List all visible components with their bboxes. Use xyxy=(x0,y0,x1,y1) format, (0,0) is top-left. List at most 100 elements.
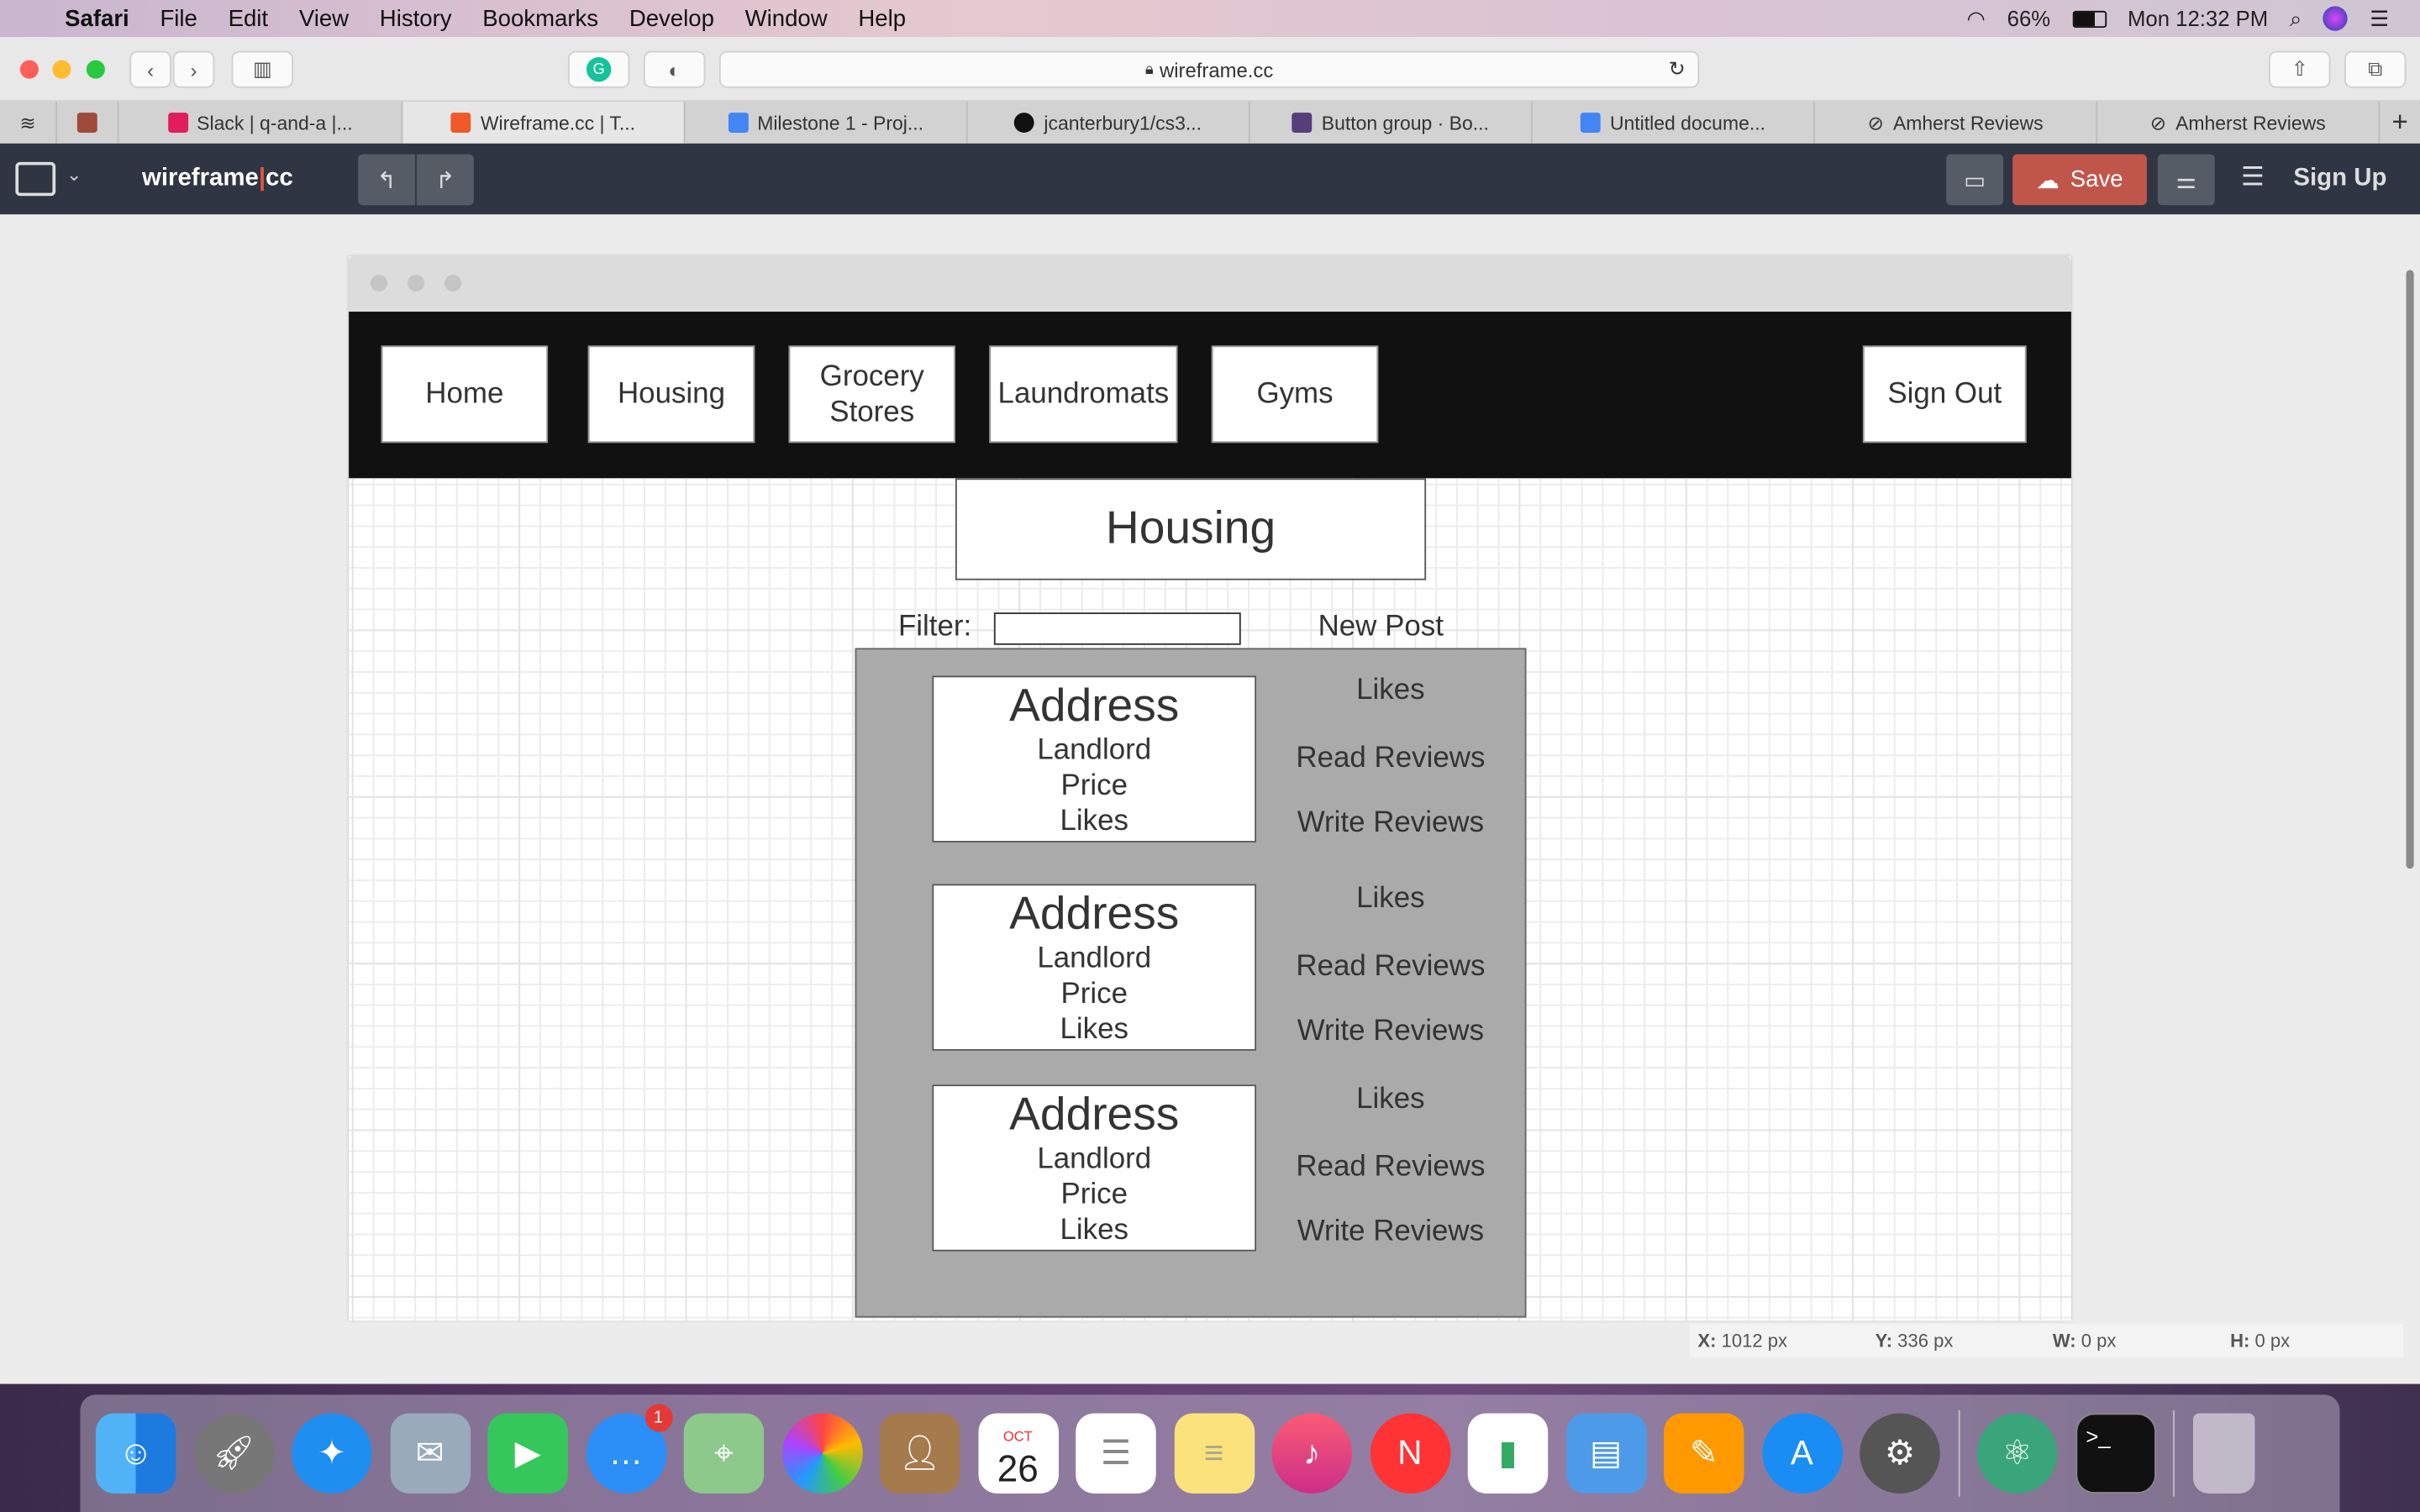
tab-amherst-reviews[interactable]: ⊘ Amherst Reviews xyxy=(1815,102,2098,144)
read-reviews-link[interactable]: Read Reviews xyxy=(1273,1151,1507,1184)
save-button[interactable]: ☁ Save xyxy=(2012,154,2147,206)
siri-icon[interactable] xyxy=(2323,6,2349,31)
comment-button[interactable]: ▭ xyxy=(1946,154,2004,206)
notes-icon[interactable]: ≡ xyxy=(1173,1413,1255,1494)
menu-develop[interactable]: Develop xyxy=(629,5,714,31)
nav-housing[interactable]: Housing xyxy=(587,345,755,444)
control-center-icon[interactable]: ☰ xyxy=(2370,5,2389,31)
menu-view[interactable]: View xyxy=(299,5,349,31)
back-button[interactable]: ‹ xyxy=(129,50,171,88)
tab-bar: ≋ Slack | q-and-a |... Wireframe.cc | T.… xyxy=(0,102,2420,144)
x-readout: X: 1012 px xyxy=(1697,1330,1788,1352)
contacts-icon[interactable]: 👤︎ xyxy=(879,1413,960,1494)
sign-out-button[interactable]: Sign Out xyxy=(1862,345,2027,444)
compass-icon: ⊘ xyxy=(1867,113,1884,134)
launchpad-icon[interactable]: 🚀︎ xyxy=(193,1413,275,1494)
spotlight-icon[interactable]: ⌕ xyxy=(2290,5,2302,31)
sidebar-layers-icon[interactable]: ≋ xyxy=(0,102,57,144)
undo-button[interactable]: ↰ xyxy=(358,154,416,206)
docs-icon xyxy=(1581,113,1601,133)
filter-input[interactable] xyxy=(993,612,1241,645)
new-tab-button[interactable]: + xyxy=(2380,102,2420,144)
address-bar[interactable]: 🔒︎ wireframe.cc ↻ xyxy=(718,50,1700,88)
reminders-icon[interactable]: ☰ xyxy=(1076,1413,1156,1494)
tabs-overview-icon[interactable]: ⧉ xyxy=(2344,50,2407,88)
share-icon[interactable]: ⇧ xyxy=(2269,50,2331,88)
write-reviews-link[interactable]: Write Reviews xyxy=(1273,807,1507,841)
facetime-icon[interactable]: ▶ xyxy=(487,1413,568,1494)
app-store-icon[interactable]: A xyxy=(1761,1413,1843,1494)
write-reviews-link[interactable]: Write Reviews xyxy=(1273,1215,1507,1249)
safari-icon[interactable]: ✦ xyxy=(292,1413,372,1494)
battery-percent: 66% xyxy=(2007,6,2051,31)
privacy-shield-icon[interactable]: ◐ xyxy=(643,50,706,88)
menu-help[interactable]: Help xyxy=(858,5,906,31)
keynote-icon[interactable]: ▤ xyxy=(1565,1413,1646,1494)
minimize-window-button[interactable] xyxy=(52,60,71,79)
messages-icon[interactable]: … 1 xyxy=(586,1404,672,1494)
tab-milestone[interactable]: Milestone 1 - Proj... xyxy=(686,102,968,144)
calendar-icon[interactable]: OCT 26 xyxy=(977,1413,1059,1494)
menu-bookmarks[interactable]: Bookmarks xyxy=(482,5,598,31)
news-icon[interactable]: N xyxy=(1370,1413,1450,1494)
likes-button[interactable]: Likes xyxy=(1273,883,1507,916)
scrollbar[interactable] xyxy=(2406,270,2414,869)
chevron-down-icon[interactable]: ⌄ xyxy=(66,164,82,186)
nav-laundromats[interactable]: Laundromats xyxy=(989,345,1178,444)
settings-sliders-button[interactable]: ⚌ xyxy=(2157,154,2215,206)
likes-button[interactable]: Likes xyxy=(1273,675,1507,708)
grammarly-icon[interactable]: G xyxy=(567,50,630,88)
sign-up-link[interactable]: Sign Up xyxy=(2293,165,2386,193)
mail-stamp-icon[interactable]: ✉ xyxy=(389,1413,471,1494)
y-readout: Y: 336 px xyxy=(1875,1330,1954,1352)
finder-icon[interactable]: ☺ xyxy=(95,1413,176,1494)
write-reviews-link[interactable]: Write Reviews xyxy=(1273,1016,1507,1049)
forward-button[interactable]: › xyxy=(172,50,215,88)
clock[interactable]: Mon 12:32 PM xyxy=(2128,6,2268,30)
numbers-icon[interactable]: ▮ xyxy=(1467,1413,1549,1494)
tab-wireframe[interactable]: Wireframe.cc | T... xyxy=(402,102,686,144)
logo[interactable]: wireframe|cc xyxy=(142,165,293,193)
nav-gyms[interactable]: Gyms xyxy=(1211,345,1379,444)
maps-icon[interactable]: ⌖ xyxy=(683,1413,765,1494)
tab-amherst-reviews-2[interactable]: ⊘ Amherst Reviews xyxy=(2097,102,2381,144)
pages-icon[interactable]: ✎ xyxy=(1664,1413,1744,1494)
nav-home[interactable]: Home xyxy=(381,345,549,444)
redo-button[interactable]: ↱ xyxy=(416,154,474,206)
system-preferences-icon[interactable]: ⚙ xyxy=(1860,1413,1940,1494)
wifi-icon[interactable]: ◠ xyxy=(1967,5,1986,31)
card-price: Price xyxy=(1060,769,1128,803)
nav-grocery-stores[interactable]: Grocery Stores xyxy=(788,345,955,444)
close-window-button[interactable] xyxy=(19,60,39,79)
reload-icon[interactable]: ↻ xyxy=(1669,57,1686,81)
photos-icon[interactable] xyxy=(781,1413,862,1494)
tab-github[interactable]: jcanterbury1/cs3... xyxy=(968,102,1250,144)
terminal-icon[interactable]: >_ xyxy=(2075,1413,2156,1494)
card-likes: Likes xyxy=(1060,805,1128,838)
trash-icon[interactable] xyxy=(2192,1413,2254,1494)
pinned-tab[interactable] xyxy=(57,102,119,144)
menu-window[interactable]: Window xyxy=(745,5,828,31)
slack-icon xyxy=(167,113,188,133)
read-reviews-link[interactable]: Read Reviews xyxy=(1273,950,1507,984)
likes-button[interactable]: Likes xyxy=(1273,1083,1507,1116)
new-post-link[interactable]: New Post xyxy=(1318,611,1444,644)
tab-bootstrap[interactable]: Button group · Bo... xyxy=(1250,102,1533,144)
sidebar-icon[interactable]: ▥ xyxy=(231,50,293,88)
listing-card[interactable]: Address Landlord Price Likes xyxy=(932,884,1257,1051)
battery-icon[interactable] xyxy=(2071,9,2107,28)
menu-app[interactable]: Safari xyxy=(65,5,129,31)
tab-slack[interactable]: Slack | q-and-a |... xyxy=(118,102,403,144)
menu-file[interactable]: File xyxy=(160,5,197,31)
listing-card[interactable]: Address Landlord Price Likes xyxy=(932,1084,1257,1252)
read-reviews-link[interactable]: Read Reviews xyxy=(1273,742,1507,775)
listing-card[interactable]: Address Landlord Price Likes xyxy=(932,675,1257,843)
tab-untitled-doc[interactable]: Untitled docume... xyxy=(1533,102,1816,144)
hamburger-menu-icon[interactable]: ☰ xyxy=(2241,162,2265,193)
music-icon[interactable]: ♪ xyxy=(1271,1413,1352,1494)
menu-history[interactable]: History xyxy=(380,5,452,31)
menu-edit[interactable]: Edit xyxy=(229,5,268,31)
zoom-window-button[interactable] xyxy=(86,60,105,79)
page-menu-icon[interactable] xyxy=(15,161,56,197)
atom-icon[interactable]: ⚛ xyxy=(1976,1413,2058,1494)
